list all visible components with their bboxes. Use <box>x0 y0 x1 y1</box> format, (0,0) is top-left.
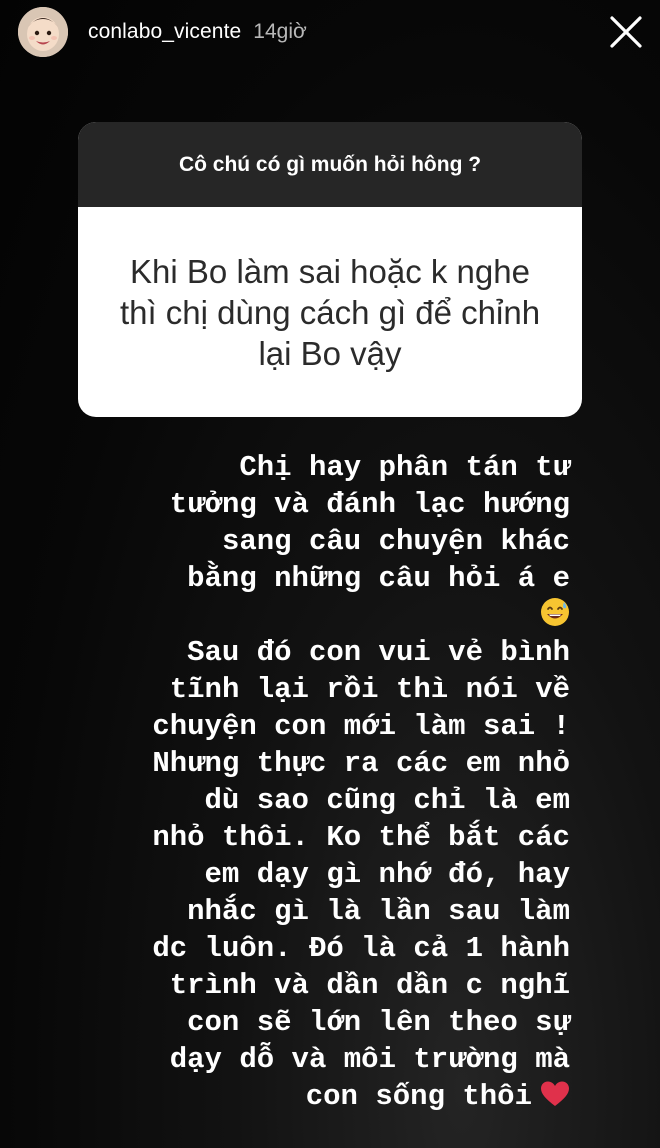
answer-text: Chị hay phân tán tư tưởng và đánh lạc hư… <box>80 449 570 1115</box>
answer-line: em dạy gì nhớ đó, hay <box>204 858 570 891</box>
answer-line: Nhưng thực ra các em nhỏ <box>152 747 570 780</box>
answer-line: trình và dần dần c nghĩ <box>169 969 570 1002</box>
answer-line: con sẽ lớn lên theo sự <box>187 1006 570 1039</box>
grinning-sweat-emoji-icon <box>540 597 570 627</box>
answer-line: chuyện con mới làm sai ! <box>152 710 570 743</box>
answer-line: dù sao cũng chỉ là em <box>204 784 570 817</box>
avatar[interactable] <box>18 7 68 57</box>
answer-line: dạy dỗ và môi trường mà <box>169 1043 570 1076</box>
answer-line: bằng những câu hỏi á e <box>187 562 570 595</box>
answer-line: con sống thôi <box>305 1080 532 1113</box>
answer-line: tưởng và đánh lạc hướng <box>169 488 570 521</box>
story-viewer: conlabo_vicente 14giờ Cô chú có gì muốn … <box>0 0 660 1148</box>
red-heart-emoji-icon <box>540 1080 570 1108</box>
answer-line: tĩnh lại rồi thì nói về <box>169 673 570 706</box>
answer-line: nhỏ thôi. Ko thể bắt các <box>152 821 570 854</box>
close-icon <box>610 16 642 48</box>
answer-line: nhắc gì là lần sau làm <box>187 895 570 928</box>
username[interactable]: conlabo_vicente <box>88 20 241 44</box>
close-button[interactable] <box>606 12 646 52</box>
answer-line: sang câu chuyện khác <box>221 525 570 558</box>
question-text: Khi Bo làm sai hoặc k nghe thì chị dùng … <box>119 252 541 372</box>
answer-line: dc luôn. Đó là cả 1 hành <box>152 932 570 965</box>
baby-face-avatar-icon <box>18 7 68 57</box>
question-sticker: Cô chú có gì muốn hỏi hông ? Khi Bo làm … <box>78 122 582 417</box>
story-timestamp: 14giờ <box>253 20 307 43</box>
answer-line: Chị hay phân tán tư <box>239 451 570 484</box>
question-prompt: Cô chú có gì muốn hỏi hông ? <box>78 122 582 207</box>
answer-line: Sau đó con vui vẻ bình <box>187 636 570 669</box>
story-header: conlabo_vicente 14giờ <box>18 7 646 57</box>
